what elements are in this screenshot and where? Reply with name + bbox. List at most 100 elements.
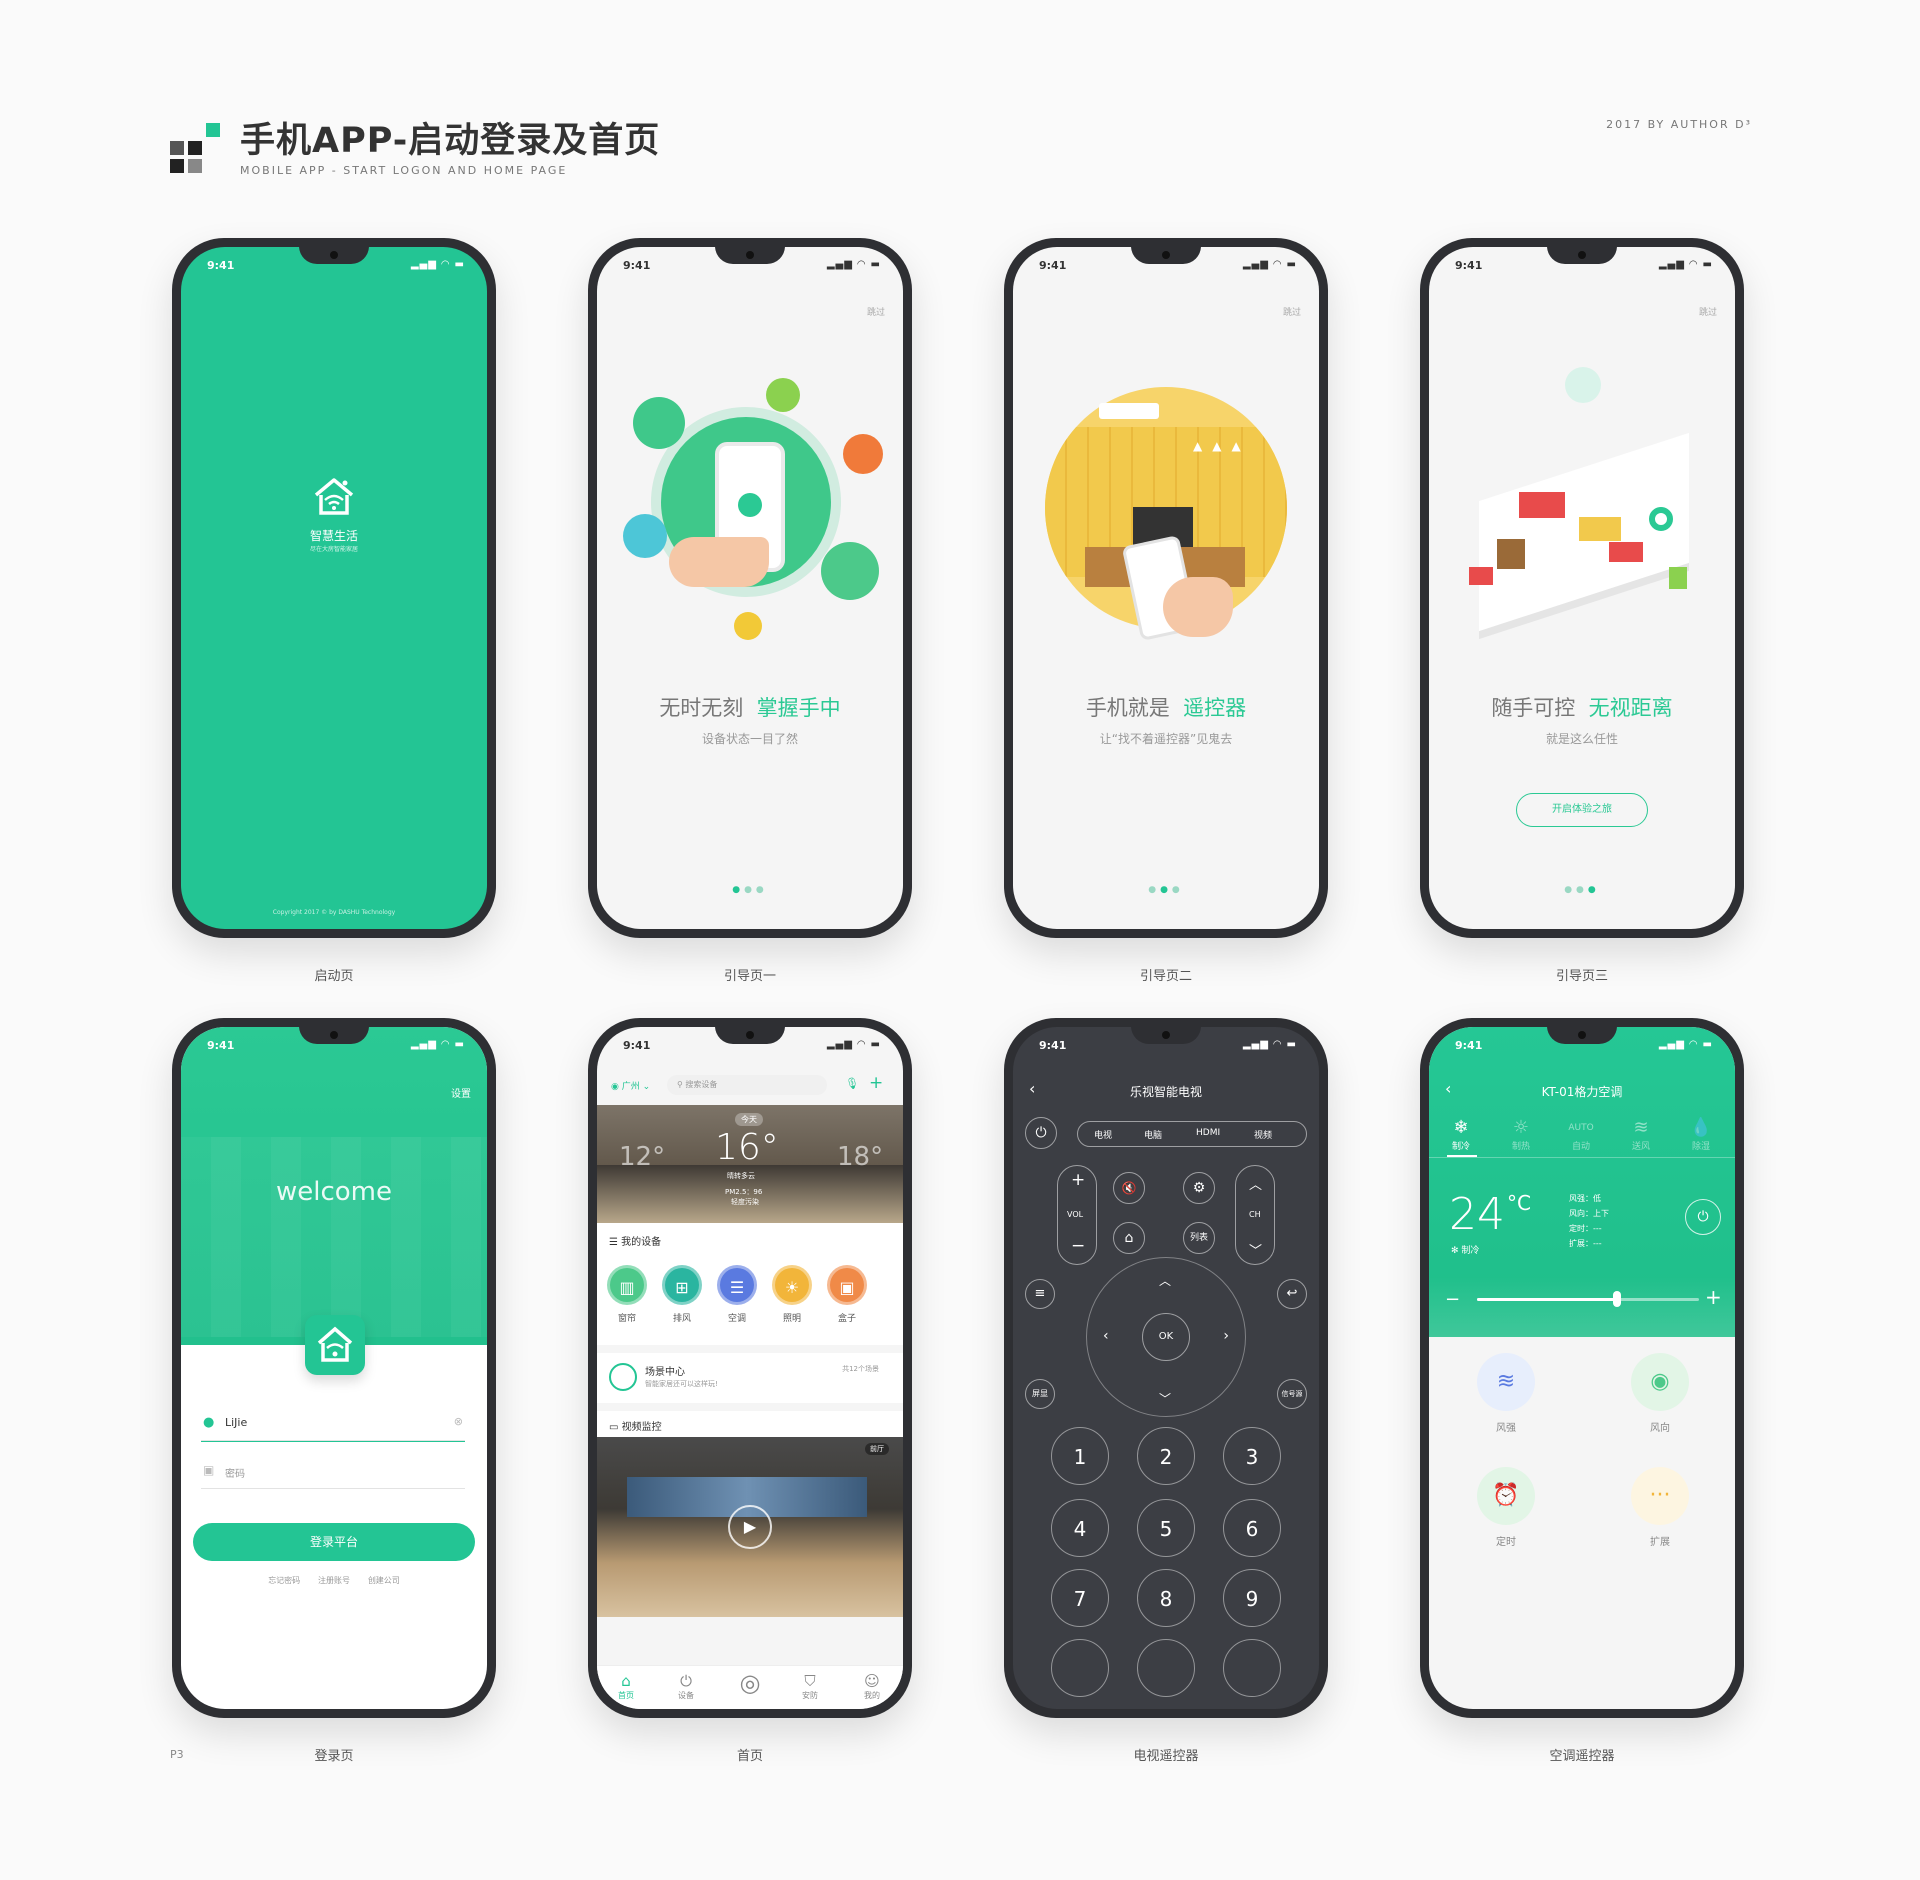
play-icon[interactable]: ▶ (728, 1505, 772, 1549)
settings-link[interactable]: 设置 (451, 1085, 471, 1100)
digit-9-button[interactable]: 9 (1223, 1569, 1281, 1627)
create-company-link[interactable]: 创建公司 (368, 1576, 400, 1585)
more-button-b[interactable] (1137, 1639, 1195, 1697)
temp-slider-knob[interactable] (1612, 1291, 1621, 1307)
source-tabs: 电视 电脑 HDMI 视频 (1077, 1121, 1307, 1147)
list-button[interactable]: 列表 (1183, 1222, 1215, 1254)
tab-devices[interactable]: ⏻ 设备 (661, 1673, 711, 1701)
location-selector[interactable]: ◉ 广州 ⌄ (611, 1079, 650, 1092)
source-tv[interactable]: 电视 (1094, 1128, 1112, 1141)
mode-auto[interactable]: AUTO 自动 (1563, 1117, 1599, 1152)
tab-security[interactable]: ⛉ 安防 (785, 1673, 835, 1701)
box-icon: ▣ (827, 1265, 867, 1305)
dpad-left-icon[interactable]: ‹ (1103, 1328, 1109, 1344)
login-button[interactable]: 登录平台 (193, 1523, 475, 1561)
channel-rocker[interactable]: ︿ CH ﹀ (1235, 1165, 1275, 1265)
tab-home[interactable]: ⌂ 首页 (601, 1673, 651, 1701)
clear-icon[interactable]: ⊗ (454, 1415, 463, 1428)
mode-cool[interactable]: ❄ 制冷 (1443, 1117, 1479, 1152)
phone-guide-3: 9:41 ▂▄▆ ◠ ▬ 跳过 随手可控 无视距离 就是这么任性 开启体验之旅 ●… (1420, 238, 1744, 938)
channel-down-icon[interactable]: ﹀ (1249, 1240, 1262, 1259)
tab-center[interactable]: ◎ (725, 1668, 775, 1698)
my-devices-header[interactable]: ☰ 我的设备 (609, 1233, 661, 1248)
digit-2-button[interactable]: 2 (1137, 1427, 1195, 1485)
digit-4-button[interactable]: 4 (1051, 1499, 1109, 1557)
wind-direction-control[interactable]: ◉ 风向 (1631, 1353, 1689, 1434)
channel-up-icon[interactable]: ︿ (1249, 1174, 1262, 1193)
digit-7-button[interactable]: 7 (1051, 1569, 1109, 1627)
add-icon[interactable]: + (869, 1073, 883, 1093)
password-field[interactable]: ▣ 密码 (201, 1455, 465, 1489)
skip-link[interactable]: 跳过 (1283, 305, 1301, 318)
volume-up-icon[interactable]: + (1071, 1170, 1085, 1190)
volume-rocker[interactable]: + VOL − (1057, 1165, 1097, 1265)
home-button[interactable]: ⌂ (1113, 1222, 1145, 1254)
source-pc[interactable]: 电脑 (1144, 1128, 1162, 1141)
device-lighting[interactable]: ☀ 照明 (768, 1265, 816, 1324)
temp-decrease-icon[interactable]: − (1445, 1289, 1460, 1310)
device-curtain[interactable]: ▥ 窗帘 (603, 1265, 651, 1324)
device-aircon[interactable]: ☰ 空调 (713, 1265, 761, 1324)
device-exhaust[interactable]: ⊞ 排风 (658, 1265, 706, 1324)
ac-power-button[interactable]: ⏻ (1685, 1199, 1721, 1235)
guide-3-title: 随手可控 无视距离 (1491, 696, 1673, 720)
tab-me[interactable]: ☺ 我的 (847, 1673, 897, 1701)
more-button-a[interactable] (1051, 1639, 1109, 1697)
source-hdmi[interactable]: HDMI (1196, 1128, 1220, 1138)
menu-icon[interactable]: ≡ (1025, 1279, 1055, 1309)
more-dots-icon: ··· (1631, 1467, 1689, 1525)
digit-6-button[interactable]: 6 (1223, 1499, 1281, 1557)
ac-remote-screen: 9:41 ▂▄▆ ◠ ▬ ‹ KT-01格力空调 ❄ 制冷 ☼ 制热 AUTO 自动 ≋… (1429, 1027, 1735, 1709)
user-icon: ● (203, 1415, 215, 1430)
start-experience-button[interactable]: 开启体验之旅 (1516, 793, 1648, 827)
password-placeholder: 密码 (225, 1469, 245, 1480)
dpad-right-icon[interactable]: › (1223, 1328, 1229, 1344)
signal-source-button[interactable]: 信号源 (1277, 1379, 1307, 1409)
power-button[interactable]: ⏻ (1025, 1117, 1057, 1149)
temp-slider[interactable] (1477, 1291, 1699, 1307)
device-box[interactable]: ▣ 盒子 (823, 1265, 871, 1324)
video-title: ▭ 视频监控 (609, 1422, 662, 1433)
caption-guide-1: 引导页一 (723, 969, 776, 984)
timer-control[interactable]: ⏰ 定时 (1477, 1467, 1535, 1548)
mode-fan[interactable]: ≋ 送风 (1623, 1117, 1659, 1152)
username-field[interactable]: ● LiJie ⊗ (201, 1407, 465, 1441)
aircon-icon: ☰ (717, 1265, 757, 1305)
pm-desc: 轻度污染 (731, 1198, 759, 1206)
extend-control[interactable]: ··· 扩展 (1631, 1467, 1689, 1548)
tv-remote-screen: 9:41 ▂▄▆ ◠ ▬ ‹ 乐视智能电视 ⏻ 电视 电脑 HDMI 视频 + V… (1013, 1027, 1319, 1709)
source-video[interactable]: 视频 (1254, 1128, 1272, 1141)
register-link[interactable]: 注册账号 (318, 1576, 350, 1585)
dpad-down-icon[interactable]: ﹀ (1159, 1390, 1171, 1407)
digit-3-button[interactable]: 3 (1223, 1427, 1281, 1485)
volume-down-icon[interactable]: − (1071, 1236, 1085, 1256)
mute-button[interactable]: 🔇 (1113, 1172, 1145, 1204)
skip-link[interactable]: 跳过 (867, 305, 885, 318)
phone-ac-remote: 9:41 ▂▄▆ ◠ ▬ ‹ KT-01格力空调 ❄ 制冷 ☼ 制热 AUTO 自动 ≋… (1420, 1018, 1744, 1718)
today-badge: 今天 (735, 1113, 763, 1126)
guide-2-subtitle: 让“找不着遥控器”见鬼去 (1099, 732, 1233, 746)
settings-gear-icon[interactable]: ⚙ (1183, 1172, 1215, 1204)
exhaust-icon: ⊞ (662, 1265, 702, 1305)
forgot-password-link[interactable]: 忘记密码 (268, 1576, 300, 1585)
guide-2-screen: 9:41 ▂▄▆ ◠ ▬ 跳过 ▲▲▲ 手机就是 遥控器 让“找不着遥控器”见鬼去… (1013, 247, 1319, 929)
phone-splash: 9:41 ▂▄▆ ◠ ▬ 智慧生活 尽在大房智能家居 Copyright 2017… (172, 238, 496, 938)
mode-dry[interactable]: 💧 除湿 (1683, 1117, 1719, 1152)
digit-5-button[interactable]: 5 (1137, 1499, 1195, 1557)
ok-button[interactable]: OK (1142, 1313, 1190, 1361)
skip-link[interactable]: 跳过 (1699, 305, 1717, 318)
more-button-c[interactable] (1223, 1639, 1281, 1697)
digit-1-button[interactable]: 1 (1051, 1427, 1109, 1485)
digit-8-button[interactable]: 8 (1137, 1569, 1195, 1627)
return-icon[interactable]: ↩ (1277, 1279, 1307, 1309)
search-input[interactable]: ⚲ 搜索设备 (667, 1075, 827, 1095)
direction-eye-icon: ◉ (1631, 1353, 1689, 1411)
info-fan-speed: 风强：低 (1569, 1194, 1601, 1203)
dpad-up-icon[interactable]: ︿ (1159, 1272, 1171, 1289)
temp-increase-icon[interactable]: + (1705, 1285, 1722, 1309)
scene-center-card[interactable] (597, 1353, 903, 1403)
mic-icon[interactable]: 🎙 (845, 1077, 859, 1090)
fan-speed-control[interactable]: ≋ 风强 (1477, 1353, 1535, 1434)
mode-heat[interactable]: ☼ 制热 (1503, 1117, 1539, 1152)
screen-display-button[interactable]: 屏显 (1025, 1379, 1055, 1409)
